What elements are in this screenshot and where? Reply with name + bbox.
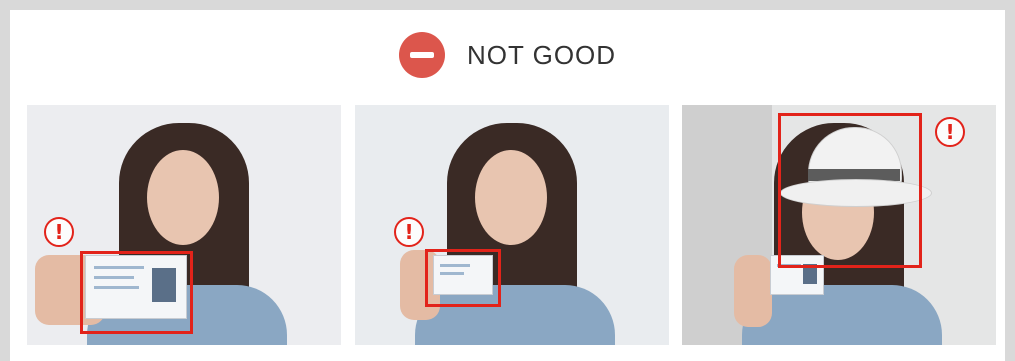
section-title: NOT GOOD <box>466 39 617 70</box>
example-photo-2: ! <box>355 105 669 345</box>
highlight-box <box>80 251 193 334</box>
face <box>475 150 547 245</box>
exclamation-circle-icon: ! <box>394 217 424 247</box>
hand <box>734 255 772 327</box>
highlight-box <box>425 249 501 307</box>
not-good-examples-card: NOT GOOD ! ! ! <box>10 10 1005 361</box>
exclamation-circle-icon: ! <box>935 117 965 147</box>
face <box>147 150 219 245</box>
exclamation-circle-icon: ! <box>44 217 74 247</box>
example-photo-3: ! <box>682 105 996 345</box>
minus-bar <box>409 52 434 58</box>
header: NOT GOOD <box>10 10 1005 100</box>
example-photo-1: ! <box>27 105 341 345</box>
highlight-box <box>778 113 922 268</box>
minus-circle-icon <box>398 32 445 78</box>
